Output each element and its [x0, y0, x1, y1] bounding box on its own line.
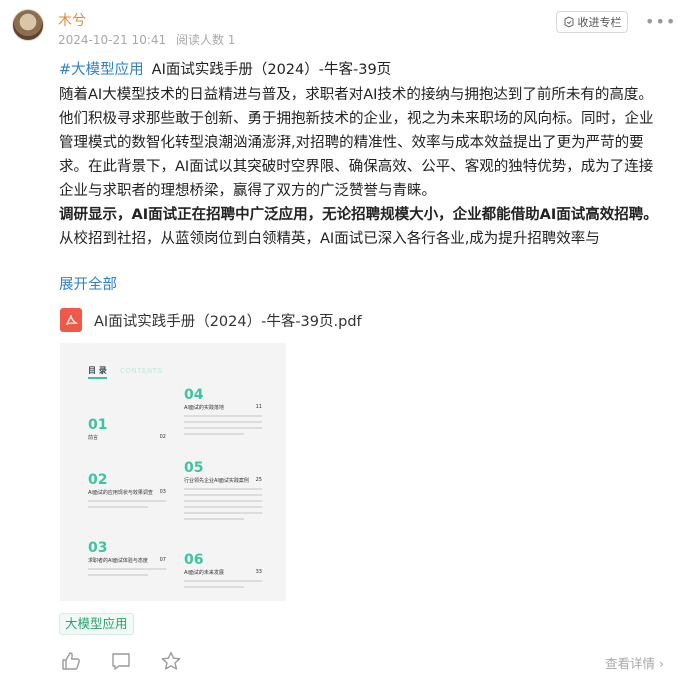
toc-section: 06 AI面试的未来发展 33	[184, 553, 262, 588]
post-date: 2024-10-21 10:41	[58, 33, 167, 47]
topic-tag[interactable]: 大模型应用	[59, 613, 134, 635]
attachment-name[interactable]: AI面试实践手册（2024）-牛客-39页.pdf	[94, 310, 362, 331]
toc-subtitle: CONTENTS	[120, 367, 163, 375]
thumbs-up-icon[interactable]	[60, 650, 82, 672]
collect-icon	[564, 16, 573, 28]
body-paragraph-2: 调研显示，AI面试正在招聘中广泛应用，无论招聘规模大小，企业都能借助AI面试高效…	[59, 203, 659, 251]
action-bar	[60, 650, 182, 672]
toc-section: 02 AI面试的应用现状与效果调查 03	[88, 473, 166, 508]
more-icon[interactable]: •••	[645, 12, 676, 31]
view-count: 阅读人数 1	[175, 33, 236, 47]
toc-section: 04 AI面试的实践落地 11	[184, 388, 262, 435]
post-meta: 2024-10-21 10:41 阅读人数 1	[58, 31, 235, 48]
toc-title: 目 录	[88, 365, 107, 379]
post-title-line: #大模型应用 AI面试实践手册（2024）-牛客-39页	[59, 58, 391, 79]
toc-section: 03 求职者的AI面试体验与态度 07	[88, 541, 166, 576]
star-icon[interactable]	[160, 650, 182, 672]
attachment[interactable]: AI面试实践手册（2024）-牛客-39页.pdf	[60, 308, 362, 332]
toc-section: 01 前言 02	[88, 417, 166, 441]
chevron-right-icon: ›	[659, 656, 664, 671]
pdf-preview[interactable]: 目 录 CONTENTS 01 前言 02 02 AI面试的应用现状与效果调查 03…	[60, 343, 286, 601]
author-name[interactable]: 木兮	[58, 10, 86, 30]
avatar[interactable]	[12, 9, 44, 41]
body-paragraph-1: 随着AI大模型技术的日益精进与普及，求职者对AI技术的接纳与拥抱达到了前所未有的…	[59, 87, 654, 199]
expand-all-link[interactable]: 展开全部	[59, 273, 117, 294]
body-rest-text: 从校招到社招，从蓝领岗位到白领精英，AI面试已深入各行各业,成为提升招聘效率与	[59, 231, 600, 247]
body-bold-text: 调研显示，AI面试正在招聘中广泛应用，无论招聘规模大小，企业都能借助AI面试高效…	[59, 207, 658, 223]
pdf-file-icon	[60, 308, 82, 332]
view-detail-label: 查看详情	[605, 656, 656, 671]
post-title: AI面试实践手册（2024）-牛客-39页	[151, 62, 392, 78]
hashtag-link[interactable]: #大模型应用	[59, 62, 144, 78]
comment-icon[interactable]	[110, 650, 132, 672]
collect-label: 收进专栏	[577, 16, 622, 29]
toc-section: 05 行业领先企业AI面试实践案例 25	[184, 461, 262, 520]
post-body: 随着AI大模型技术的日益精进与普及，求职者对AI技术的接纳与拥抱达到了前所未有的…	[59, 83, 659, 255]
collect-button[interactable]: 收进专栏	[556, 11, 628, 33]
view-detail-link[interactable]: 查看详情 ›	[605, 653, 664, 672]
